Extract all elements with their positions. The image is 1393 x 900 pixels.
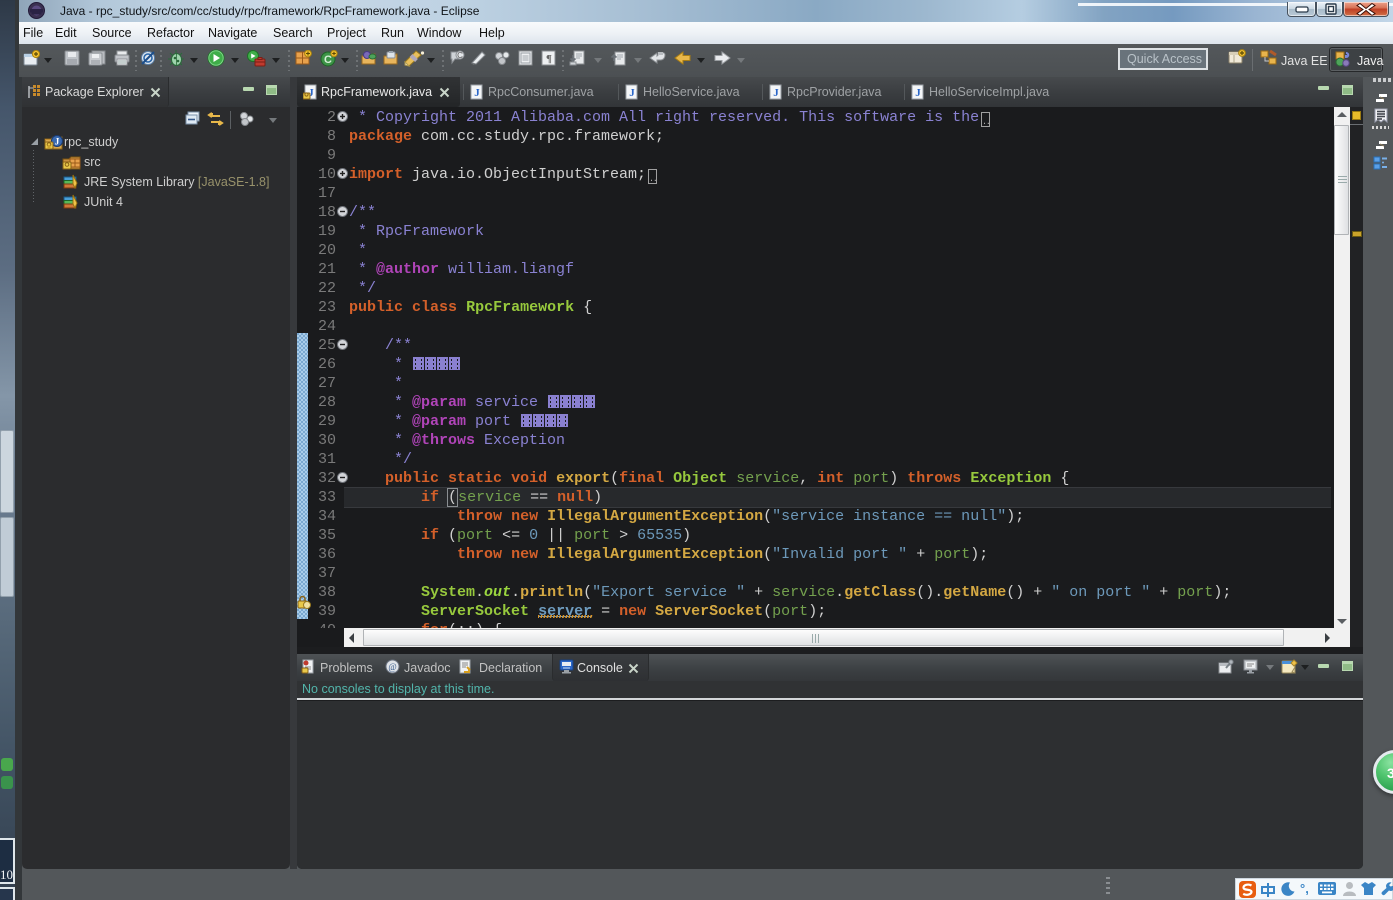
svg-text:C: C xyxy=(324,54,332,66)
svg-text:J: J xyxy=(474,87,480,99)
svg-text:J: J xyxy=(773,87,779,99)
svg-text:J: J xyxy=(55,137,60,147)
svg-text:@: @ xyxy=(388,662,396,672)
svg-text:C: C xyxy=(457,51,463,60)
svg-text:J: J xyxy=(915,87,921,99)
svg-text:¶: ¶ xyxy=(546,53,552,65)
svg-text:J: J xyxy=(629,87,635,99)
